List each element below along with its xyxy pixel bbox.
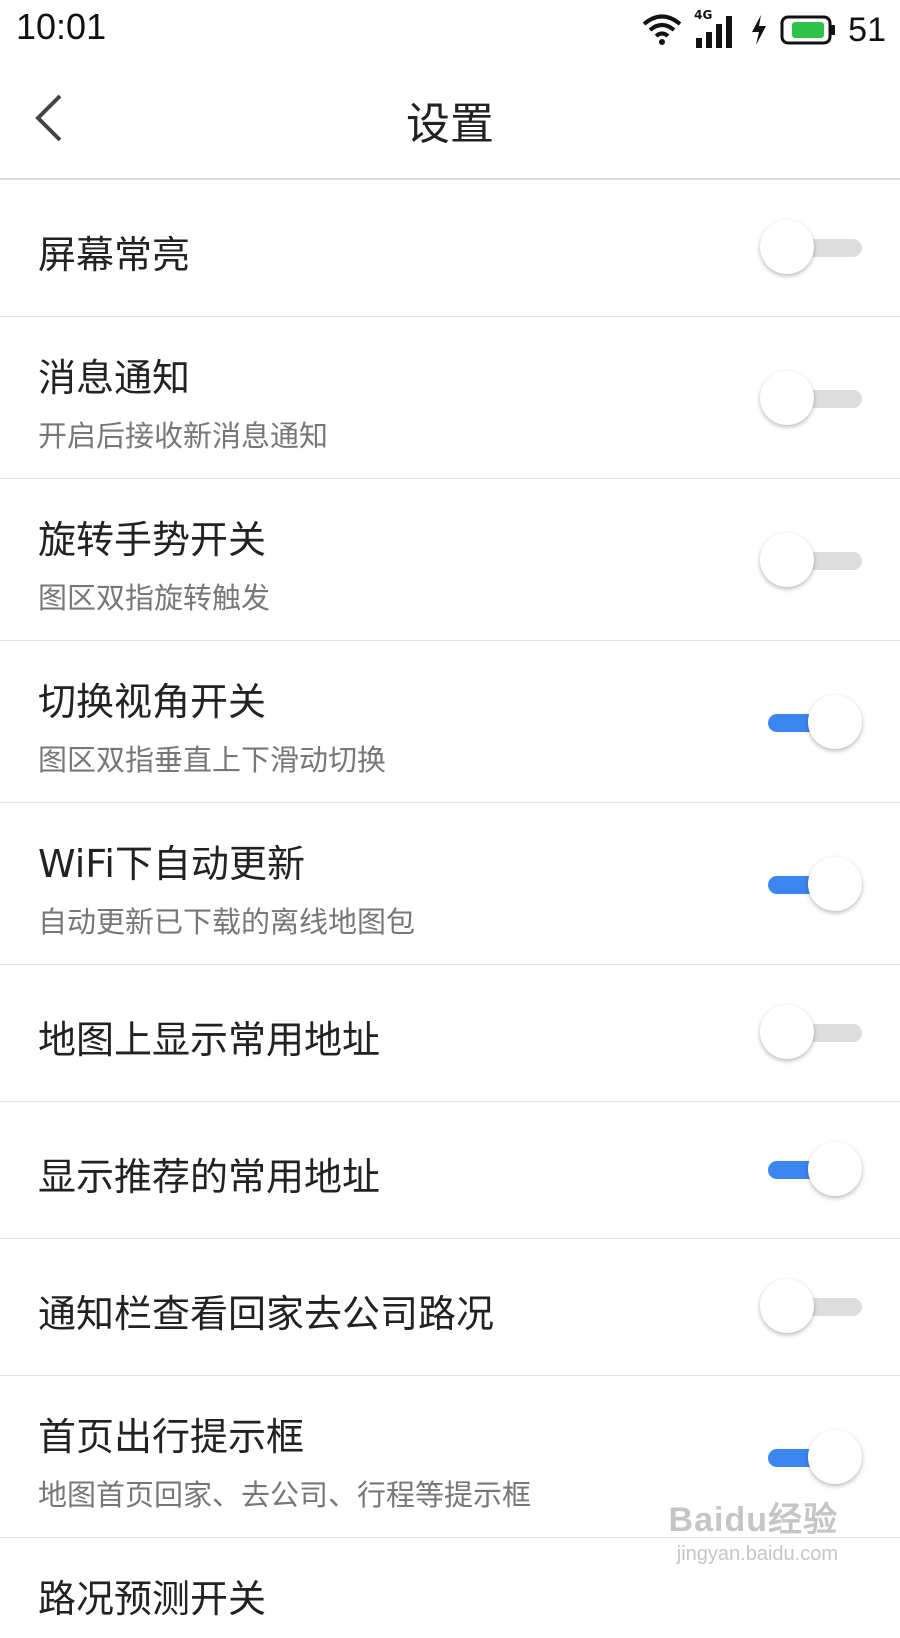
wifi-icon: [642, 14, 682, 45]
setting-subtitle: 图区双指旋转触发: [38, 581, 271, 615]
settings-list: 屏幕常亮 消息通知 开启后接收新消息通知 旋转手势开关 图区双指旋转触发 切换视…: [0, 180, 900, 1638]
setting-screen-always-on: 屏幕常亮: [0, 180, 900, 317]
setting-title: 显示推荐的常用地址: [38, 1155, 381, 1199]
status-icons: 4G 51: [642, 8, 886, 52]
watermark: Baidu经验 jingyan.baidu.com: [669, 1492, 838, 1566]
setting-toggle[interactable]: [760, 1430, 862, 1486]
setting-title: 旋转手势开关: [38, 518, 267, 562]
signal-icon: 4G: [694, 8, 738, 50]
setting-title: 消息通知: [38, 356, 191, 400]
setting-notification-traffic: 通知栏查看回家去公司路况: [0, 1239, 900, 1376]
setting-toggle[interactable]: [760, 857, 862, 913]
setting-show-recommended-address: 显示推荐的常用地址: [0, 1102, 900, 1239]
setting-subtitle: 图区双指垂直上下滑动切换: [38, 743, 387, 777]
battery-level: 51: [848, 10, 886, 49]
setting-subtitle: 地图首页回家、去公司、行程等提示框: [38, 1478, 532, 1512]
setting-title: 地图上显示常用地址: [38, 1018, 381, 1062]
setting-wifi-auto-update: WiFi下自动更新 自动更新已下载的离线地图包: [0, 803, 900, 965]
setting-switch-view: 切换视角开关 图区双指垂直上下滑动切换: [0, 641, 900, 803]
setting-title: 首页出行提示框: [38, 1415, 305, 1459]
status-bar: 10:01 4G 51: [0, 0, 900, 58]
setting-toggle[interactable]: [760, 1279, 862, 1335]
header: 设置: [0, 58, 900, 180]
setting-toggle[interactable]: [760, 220, 862, 276]
setting-toggle[interactable]: [760, 371, 862, 427]
battery-icon: [780, 15, 836, 45]
setting-subtitle: 自动更新已下载的离线地图包: [38, 905, 416, 939]
setting-title: 屏幕常亮: [38, 233, 191, 277]
setting-title: 路况预测开关: [38, 1577, 267, 1621]
status-time: 10:01: [16, 6, 107, 47]
setting-rotate-gesture: 旋转手势开关 图区双指旋转触发: [0, 479, 900, 641]
setting-toggle[interactable]: [760, 533, 862, 589]
page-title: 设置: [406, 99, 494, 150]
setting-title: 通知栏查看回家去公司路况: [38, 1292, 495, 1336]
setting-title: 切换视角开关: [38, 680, 267, 724]
setting-toggle[interactable]: [760, 1142, 862, 1198]
charging-icon: [752, 15, 767, 45]
setting-toggle[interactable]: [760, 695, 862, 751]
setting-toggle[interactable]: [760, 1005, 862, 1061]
setting-subtitle: 开启后接收新消息通知: [38, 419, 329, 453]
watermark-logo: Baidu经验: [668, 1501, 838, 1539]
watermark-url: jingyan.baidu.com: [676, 1543, 838, 1565]
setting-show-common-address: 地图上显示常用地址: [0, 965, 900, 1102]
setting-title: WiFi下自动更新: [38, 842, 305, 886]
setting-message-notification: 消息通知 开启后接收新消息通知: [0, 317, 900, 479]
